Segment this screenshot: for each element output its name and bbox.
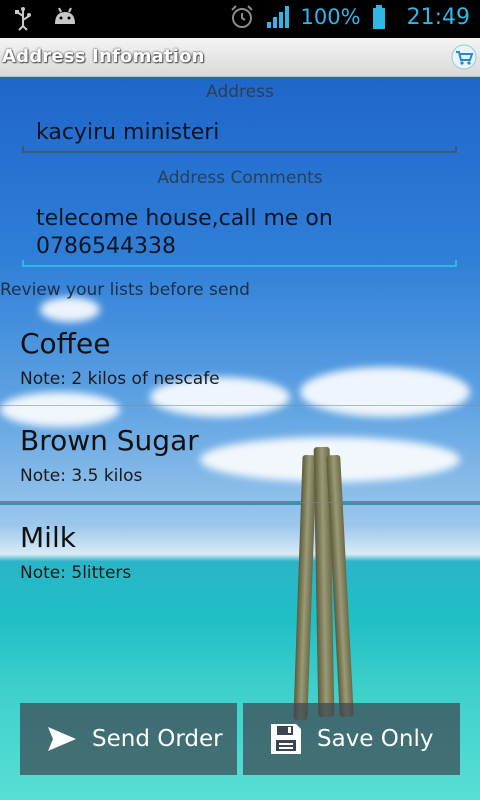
cloud	[0, 392, 120, 427]
send-icon	[48, 727, 76, 751]
wooden-piling	[293, 454, 317, 721]
content-area: Address kacyiru ministeri Address Commen…	[0, 77, 480, 800]
battery-icon	[371, 4, 397, 30]
action-bar: Address Infomation	[0, 38, 480, 77]
field-edge	[455, 260, 457, 267]
list-item-note: Note: 2 kilos of nescafe	[20, 369, 220, 389]
list-divider	[0, 502, 480, 503]
save-icon	[271, 724, 301, 754]
list-item-name[interactable]: Milk	[20, 521, 76, 554]
address-field-value[interactable]: kacyiru ministeri	[36, 119, 219, 147]
comments-line-2[interactable]: 0786544338	[36, 233, 176, 261]
comments-line-1[interactable]: telecome house,call me on	[36, 205, 333, 233]
send-order-label: Send Order	[92, 726, 223, 752]
address-label: Address	[206, 82, 274, 102]
alarm-icon	[229, 4, 255, 30]
list-item-note: Note: 5litters	[20, 563, 132, 583]
clock: 21:49	[406, 4, 470, 30]
usb-icon	[12, 6, 38, 32]
cloud	[40, 297, 100, 322]
list-divider	[0, 405, 480, 406]
save-only-label: Save Only	[317, 726, 434, 752]
status-bar: 100% 21:49	[0, 0, 480, 38]
battery-percent: 100%	[300, 5, 361, 29]
cloud	[300, 367, 470, 417]
list-item-name[interactable]: Coffee	[20, 327, 110, 360]
list-item-name[interactable]: Brown Sugar	[20, 424, 199, 457]
address-comments-field[interactable]	[22, 265, 457, 267]
page-title: Address Infomation	[2, 46, 205, 67]
save-only-button[interactable]: Save Only	[243, 703, 460, 775]
field-edge	[22, 146, 24, 153]
address-comments-label: Address Comments	[157, 168, 323, 188]
send-order-button[interactable]: Send Order	[20, 703, 237, 775]
field-edge	[22, 260, 24, 267]
cart-icon[interactable]	[451, 44, 477, 70]
list-item-note: Note: 3.5 kilos	[20, 466, 143, 486]
review-label: Review your lists before send	[0, 280, 250, 300]
field-edge	[455, 146, 457, 153]
signal-icon	[265, 4, 291, 30]
android-icon	[52, 6, 78, 32]
address-field[interactable]	[22, 151, 457, 153]
